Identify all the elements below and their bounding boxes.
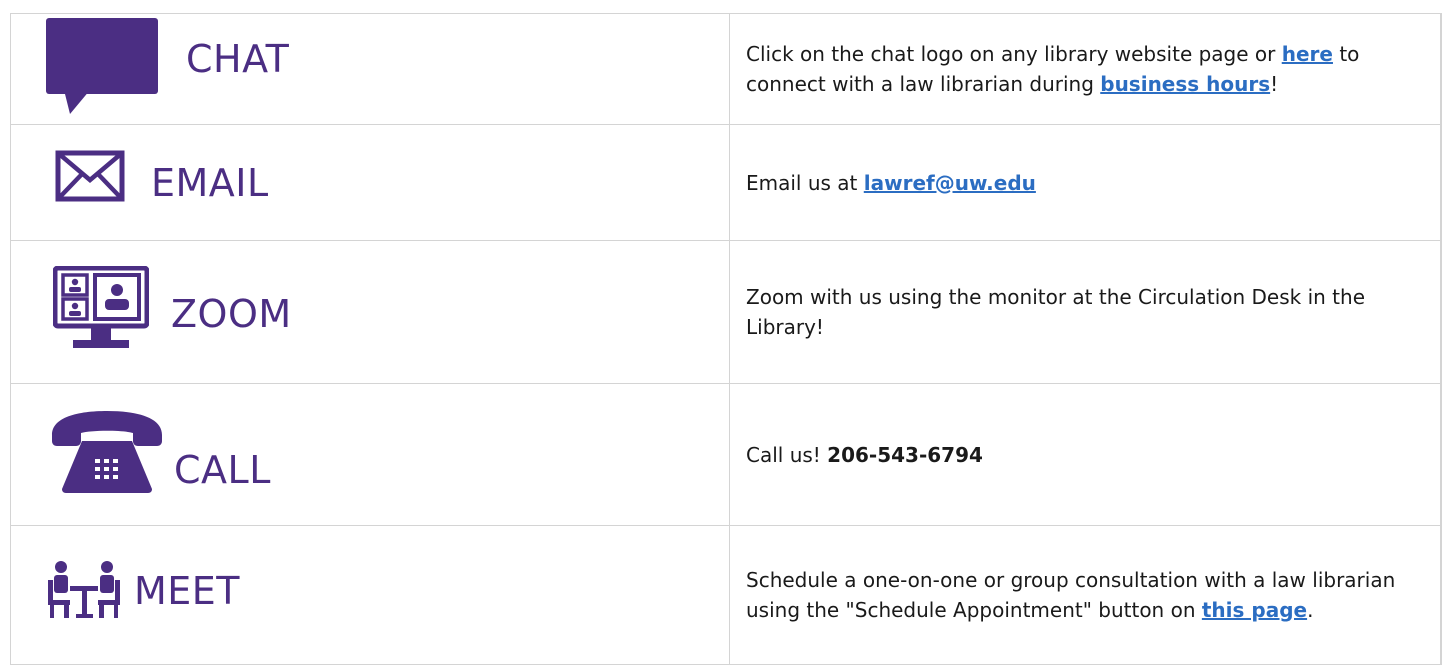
email-row: EMAIL Email us at lawref@uw.edu xyxy=(10,124,1442,241)
meet-row: MEET Schedule a one-on-one or group cons… xyxy=(10,525,1442,665)
telephone-icon[interactable] xyxy=(48,410,166,493)
meet-icon-cell: MEET xyxy=(10,525,730,665)
chat-row: CHAT Click on the chat logo on any libra… xyxy=(10,13,1442,125)
chat-here-link[interactable]: here xyxy=(1282,42,1333,66)
video-monitor-icon[interactable] xyxy=(53,266,149,352)
phone-number: 206-543-6794 xyxy=(827,442,983,467)
call-row: CALL Call us! 206-543-6794 xyxy=(10,383,1442,526)
email-description: Email us at lawref@uw.edu xyxy=(729,124,1442,241)
email-address-link[interactable]: lawref@uw.edu xyxy=(864,171,1036,195)
contact-options-table: CHAT Click on the chat logo on any libra… xyxy=(10,13,1442,665)
chat-label[interactable]: CHAT xyxy=(186,40,289,78)
chat-description: Click on the chat logo on any library we… xyxy=(729,13,1442,125)
meeting-icon[interactable] xyxy=(46,560,122,620)
email-icon-cell: EMAIL xyxy=(10,124,730,241)
business-hours-link[interactable]: business hours xyxy=(1100,72,1270,96)
email-label[interactable]: EMAIL xyxy=(151,164,269,202)
meet-description: Schedule a one-on-one or group consultat… xyxy=(729,525,1442,665)
zoom-description: Zoom with us using the monitor at the Ci… xyxy=(729,240,1442,384)
meet-label[interactable]: MEET xyxy=(134,572,240,610)
this-page-link[interactable]: this page xyxy=(1202,598,1307,622)
call-icon-cell: CALL xyxy=(10,383,730,526)
call-description: Call us! 206-543-6794 xyxy=(729,383,1442,526)
zoom-icon-cell: ZOOM xyxy=(10,240,730,384)
envelope-icon[interactable] xyxy=(55,150,125,202)
chat-icon-cell: CHAT xyxy=(10,13,730,125)
chat-bubble-icon[interactable] xyxy=(46,18,158,114)
zoom-label[interactable]: ZOOM xyxy=(171,295,292,333)
zoom-row: ZOOM Zoom with us using the monitor at t… xyxy=(10,240,1442,384)
call-label[interactable]: CALL xyxy=(174,451,271,489)
